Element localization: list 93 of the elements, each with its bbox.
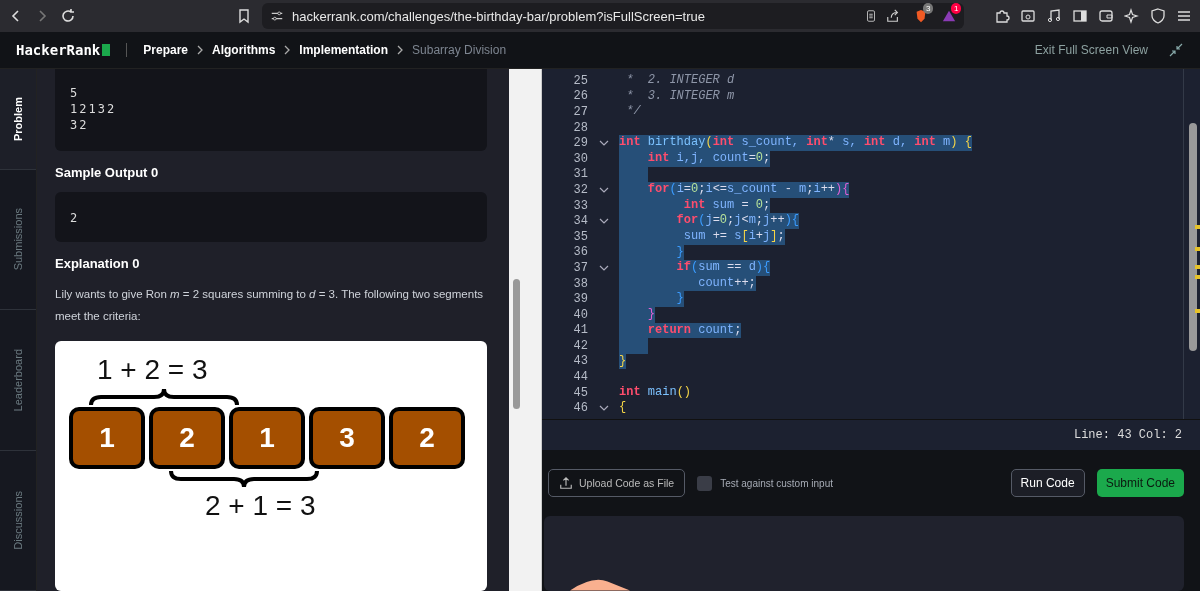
upload-icon <box>559 476 573 490</box>
breadcrumb-link[interactable]: Algorithms <box>212 43 276 57</box>
fold-chevron-icon[interactable] <box>598 405 609 412</box>
scrollbar-marker <box>1195 275 1200 279</box>
section-heading: Explanation 0 <box>55 256 141 271</box>
triangle-icon[interactable] <box>942 9 956 23</box>
section-heading: Sample Output 0 <box>55 165 160 180</box>
scrollbar-marker <box>1195 309 1200 313</box>
chevron-right-icon <box>196 44 204 56</box>
sample-input-line: 12132 <box>70 101 118 117</box>
line-number: 38 <box>572 276 588 291</box>
code-line: * 2. INTEGER d <box>625 73 735 89</box>
menu-icon[interactable] <box>1176 8 1192 24</box>
notification-badge: 1 <box>951 3 962 14</box>
line-number: 46 <box>572 401 588 416</box>
code-line: int main() <box>619 384 692 401</box>
number-square: 1 <box>69 407 145 469</box>
upload-file-button[interactable]: Upload Code as File <box>548 469 686 497</box>
bookmark-icon[interactable] <box>236 8 252 24</box>
fold-chevron-icon[interactable] <box>598 218 609 225</box>
sample-input-line: 32 <box>70 117 90 133</box>
number-square: 2 <box>149 407 225 469</box>
line-number: 35 <box>572 229 588 244</box>
line-number: 33 <box>572 198 588 213</box>
line-number: 34 <box>572 214 588 229</box>
side-tab[interactable]: Problem <box>0 69 36 170</box>
line-number: 36 <box>572 245 588 260</box>
fold-chevron-icon[interactable] <box>598 140 609 147</box>
code-editor[interactable] <box>542 69 1200 419</box>
fold-chevron-icon[interactable] <box>598 264 609 271</box>
code-line: { <box>619 400 627 417</box>
exit-full-screen-link[interactable]: Exit Full Screen View <box>1034 43 1148 57</box>
side-tab[interactable]: Leaderboard <box>0 310 36 451</box>
explanation-text: Lily wants to give Ron m = 2 squares summing to d = 3. The following two segments meet the criteria: <box>55 287 485 324</box>
scrollbar-marker <box>1195 225 1200 229</box>
url-text: hackerrank.com/challenges/the-birthday-bar/problem?isFullScreen=true <box>292 8 705 24</box>
sparkle-icon[interactable] <box>1124 8 1140 24</box>
scrollbar-thumb[interactable] <box>1189 123 1197 351</box>
line-number: 29 <box>572 136 588 151</box>
vpn-shield-icon[interactable] <box>1150 8 1166 24</box>
sample-input-line: 5 <box>70 85 81 101</box>
breadcrumb-link[interactable]: Prepare <box>143 43 188 57</box>
line-number: 30 <box>572 151 588 166</box>
site-settings-icon[interactable] <box>270 9 284 23</box>
line-number: 31 <box>572 167 588 182</box>
side-tab[interactable]: Discussions <box>0 450 36 591</box>
sidebar-icon[interactable] <box>1072 8 1088 24</box>
line-number: 26 <box>572 89 588 104</box>
reader-mode-icon[interactable] <box>864 9 878 23</box>
scrollbar[interactable] <box>509 69 542 591</box>
submit-code-button[interactable]: Submit Code <box>1096 469 1184 497</box>
line-number: 32 <box>572 182 588 197</box>
address-bar[interactable]: hackerrank.com/challenges/the-birthday-bar/problem?isFullScreen=true 3 1 <box>262 3 964 29</box>
chevron-right-icon <box>283 44 292 56</box>
share-icon[interactable] <box>886 9 900 23</box>
window-search-icon[interactable] <box>1020 8 1036 24</box>
cursor-position: Line: 43 Col: 2 <box>1073 428 1182 442</box>
custom-input-checkbox[interactable]: Test against custom input <box>697 475 833 491</box>
puzzle-icon[interactable] <box>994 8 1010 24</box>
line-number: 40 <box>572 307 588 322</box>
number-square: 2 <box>389 407 465 469</box>
music-note-icon[interactable] <box>1046 8 1062 24</box>
line-number: 25 <box>572 73 588 88</box>
equation-text: 2 + 1 = 3 <box>205 489 316 523</box>
equation-text: 1 + 2 = 3 <box>97 353 208 387</box>
breadcrumb-link[interactable]: Subarray Division <box>412 43 507 57</box>
line-number: 39 <box>572 292 588 307</box>
breadcrumb-link[interactable]: Implementation <box>299 43 389 57</box>
line-number: 44 <box>572 370 588 385</box>
sample-output-text: 2 <box>70 211 80 225</box>
run-code-button[interactable]: Run Code <box>1010 469 1085 497</box>
collapse-arrows-icon[interactable] <box>1168 42 1184 58</box>
line-number: 45 <box>572 385 588 400</box>
scrollbar-marker <box>1195 247 1200 251</box>
lion-shield-icon[interactable] <box>914 9 928 23</box>
notification-badge: 3 <box>923 3 934 14</box>
number-square: 3 <box>309 407 385 469</box>
side-tab[interactable]: Submissions <box>0 170 36 311</box>
logo[interactable]: HackerRank <box>16 42 111 58</box>
line-number: 41 <box>572 323 588 338</box>
reload-icon[interactable] <box>60 8 76 24</box>
line-number: 27 <box>572 105 588 119</box>
wallet-icon[interactable] <box>1098 8 1114 24</box>
fold-chevron-icon[interactable] <box>598 186 609 193</box>
line-number: 37 <box>572 260 588 275</box>
code-line: * 3. INTEGER m <box>625 88 735 105</box>
code-line: */ <box>625 104 641 120</box>
scrollbar-marker <box>1195 265 1200 269</box>
line-number: 42 <box>572 338 588 353</box>
line-number: 43 <box>572 354 588 369</box>
line-number: 28 <box>572 120 588 135</box>
number-square: 1 <box>229 407 305 469</box>
chevron-right-icon <box>396 44 405 56</box>
